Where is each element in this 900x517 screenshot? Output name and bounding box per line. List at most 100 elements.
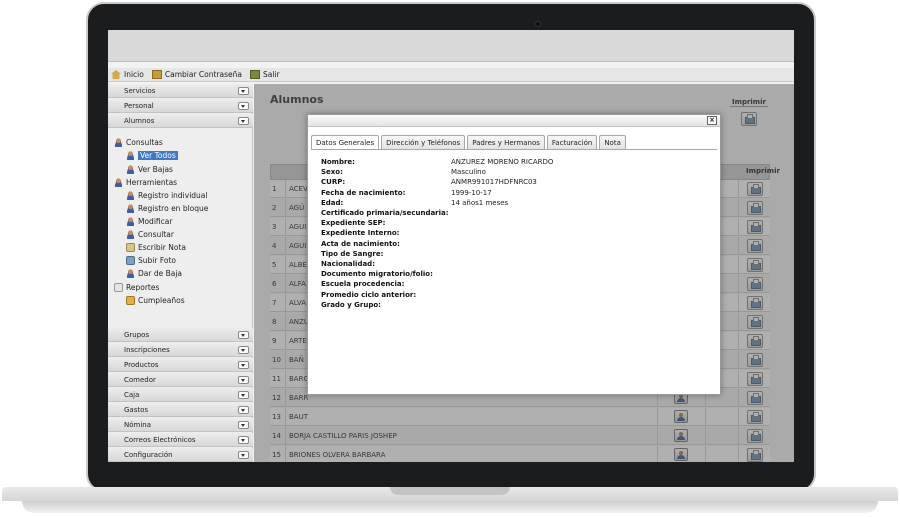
chevron-down-icon[interactable] (238, 330, 249, 339)
sidebar-section-nomina[interactable]: Nómina (108, 418, 253, 432)
dialog-titlebar: × (308, 115, 720, 127)
user-add-icon (126, 190, 135, 200)
menu-modificar[interactable]: Modificar (126, 215, 172, 227)
screen: Inicio Cambiar Contraseña Salir Servicio… (108, 30, 794, 462)
sidebar-section-alumnos[interactable]: Alumnos (108, 114, 253, 128)
tab-facturacion[interactable]: Facturación (546, 135, 598, 149)
detail-field: Expediente SEP: (321, 219, 701, 229)
detail-field: Nacionalidad: (321, 260, 701, 270)
detail-field: Fecha de nacimiento: 1999-10-17 (321, 189, 701, 199)
section-label: Alumnos (124, 116, 155, 125)
menu-dar-de-baja[interactable]: Dar de Baja (126, 267, 182, 279)
menu-label: Herramientas (126, 177, 178, 187)
chevron-down-icon[interactable] (238, 345, 249, 354)
tab-direccion-telefonos[interactable]: Dirección y Teléfonos (381, 135, 466, 149)
sidebar-section-comedor[interactable]: Comedor (108, 373, 253, 387)
menu-label: Subir Foto (138, 255, 176, 265)
field-value: ANMR991017HDFNRC03 (451, 178, 537, 187)
sidebar-section-caja[interactable]: Caja (108, 388, 253, 402)
menu-ver-bajas[interactable]: Ver Bajas (126, 163, 173, 175)
tab-divider (311, 149, 717, 150)
menu-escribir-nota[interactable]: Escribir Nota (126, 241, 186, 253)
field-label: Nacionalidad: (321, 260, 375, 268)
field-label: CURP: (321, 178, 346, 187)
sidebar-section-configuracion[interactable]: Configuración (108, 448, 253, 462)
menu-consultas[interactable]: Consultas (114, 136, 163, 148)
chevron-down-icon[interactable] (238, 86, 249, 95)
user-icon (126, 150, 135, 160)
chevron-down-icon[interactable] (238, 116, 249, 125)
home-link[interactable]: Inicio (111, 70, 144, 79)
section-label: Comedor (124, 375, 156, 384)
menu-label: Cumpleaños (138, 295, 185, 305)
base-bottom (22, 501, 878, 513)
tab-nota[interactable]: Nota (599, 135, 626, 149)
sidebar-section-inscripciones[interactable]: Inscripciones (108, 343, 253, 357)
field-value: 14 años1 meses (451, 198, 509, 207)
chevron-down-icon[interactable] (238, 375, 249, 384)
section-label: Productos (124, 360, 159, 369)
field-label: Acta de nacimiento: (321, 239, 400, 248)
detail-field: Sexo: Masculino (321, 168, 701, 178)
user-search-icon (126, 229, 135, 239)
detail-field: Documento migratorio/folio: (321, 270, 701, 280)
field-label: Sexo: (321, 168, 343, 177)
logout-link[interactable]: Salir (249, 70, 280, 79)
chevron-down-icon[interactable] (238, 101, 249, 110)
detail-field: Escuela procedencia: (321, 280, 701, 290)
chevron-down-icon[interactable] (238, 435, 249, 444)
sidebar-section-servicios[interactable]: Servicios (108, 84, 253, 98)
section-label: Servicios (124, 86, 156, 95)
field-label: Documento migratorio/folio: (321, 270, 433, 279)
close-icon[interactable]: × (707, 116, 717, 125)
chevron-down-icon[interactable] (238, 360, 249, 369)
laptop-base (2, 487, 898, 517)
camera-dot (535, 21, 541, 27)
sidebar-section-grupos[interactable]: Grupos (108, 328, 253, 342)
menu-ver-todos[interactable]: Ver Todos (126, 149, 178, 161)
detail-field: Grado y Grupo: (321, 301, 701, 311)
tab-datos-generales[interactable]: Datos Generales (311, 135, 380, 150)
menu-label: Ver Bajas (138, 164, 173, 174)
menu-label: Consultar (138, 229, 174, 239)
tab-padres-hermanos[interactable]: Padres y Hermanos (467, 135, 545, 149)
home-label: Inicio (124, 70, 144, 79)
chevron-down-icon[interactable] (238, 405, 249, 414)
menu-label: Reportes (126, 282, 160, 292)
section-label: Correos Electrónicos (124, 435, 196, 444)
key-icon (151, 70, 162, 79)
detail-field: Promedio ciclo anterior: (321, 291, 701, 301)
section-label: Caja (124, 390, 140, 399)
menu-label: Dar de Baja (138, 268, 183, 278)
change-password-link[interactable]: Cambiar Contraseña (151, 70, 242, 79)
chevron-down-icon[interactable] (238, 390, 249, 399)
field-label: Promedio ciclo anterior: (321, 290, 417, 299)
field-label: Expediente Interno: (321, 229, 400, 238)
field-label: Expediente SEP: (321, 219, 386, 228)
menu-registro-bloque[interactable]: Registro en bloque (126, 202, 208, 214)
sidebar-section-productos[interactable]: Productos (108, 358, 253, 372)
section-label: Grupos (124, 330, 150, 339)
sidebar-section-gastos[interactable]: Gastos (108, 403, 253, 417)
detail-field: Certificado primaria/secundaria: (321, 209, 701, 219)
sidebar-section-personal[interactable]: Personal (108, 99, 253, 113)
chevron-down-icon[interactable] (238, 420, 249, 429)
user-remove-icon (126, 268, 135, 278)
menu-consultar[interactable]: Consultar (126, 228, 174, 240)
menu-reportes[interactable]: Reportes (114, 281, 159, 293)
field-label: Grado y Grupo: (321, 300, 381, 309)
sidebar-section-correos[interactable]: Correos Electrónicos (108, 433, 253, 447)
menu-cumpleanos[interactable]: Cumpleaños (126, 294, 185, 306)
menu-registro-individual[interactable]: Registro individual (126, 189, 207, 201)
menu-subir-foto[interactable]: Subir Foto (126, 254, 176, 266)
base-notch (390, 487, 510, 495)
app-header (108, 30, 794, 62)
menu-label: Ver Todos (138, 150, 178, 160)
field-label: Escuela procedencia: (321, 280, 405, 289)
chevron-down-icon[interactable] (238, 450, 249, 459)
users-icon (114, 137, 123, 147)
menu-herramientas[interactable]: Herramientas (114, 176, 177, 188)
change-password-label: Cambiar Contraseña (164, 70, 242, 79)
detail-field: Nombre: ANZUREZ MORENO RICARDO (321, 158, 701, 168)
field-value: Masculino (451, 168, 486, 177)
